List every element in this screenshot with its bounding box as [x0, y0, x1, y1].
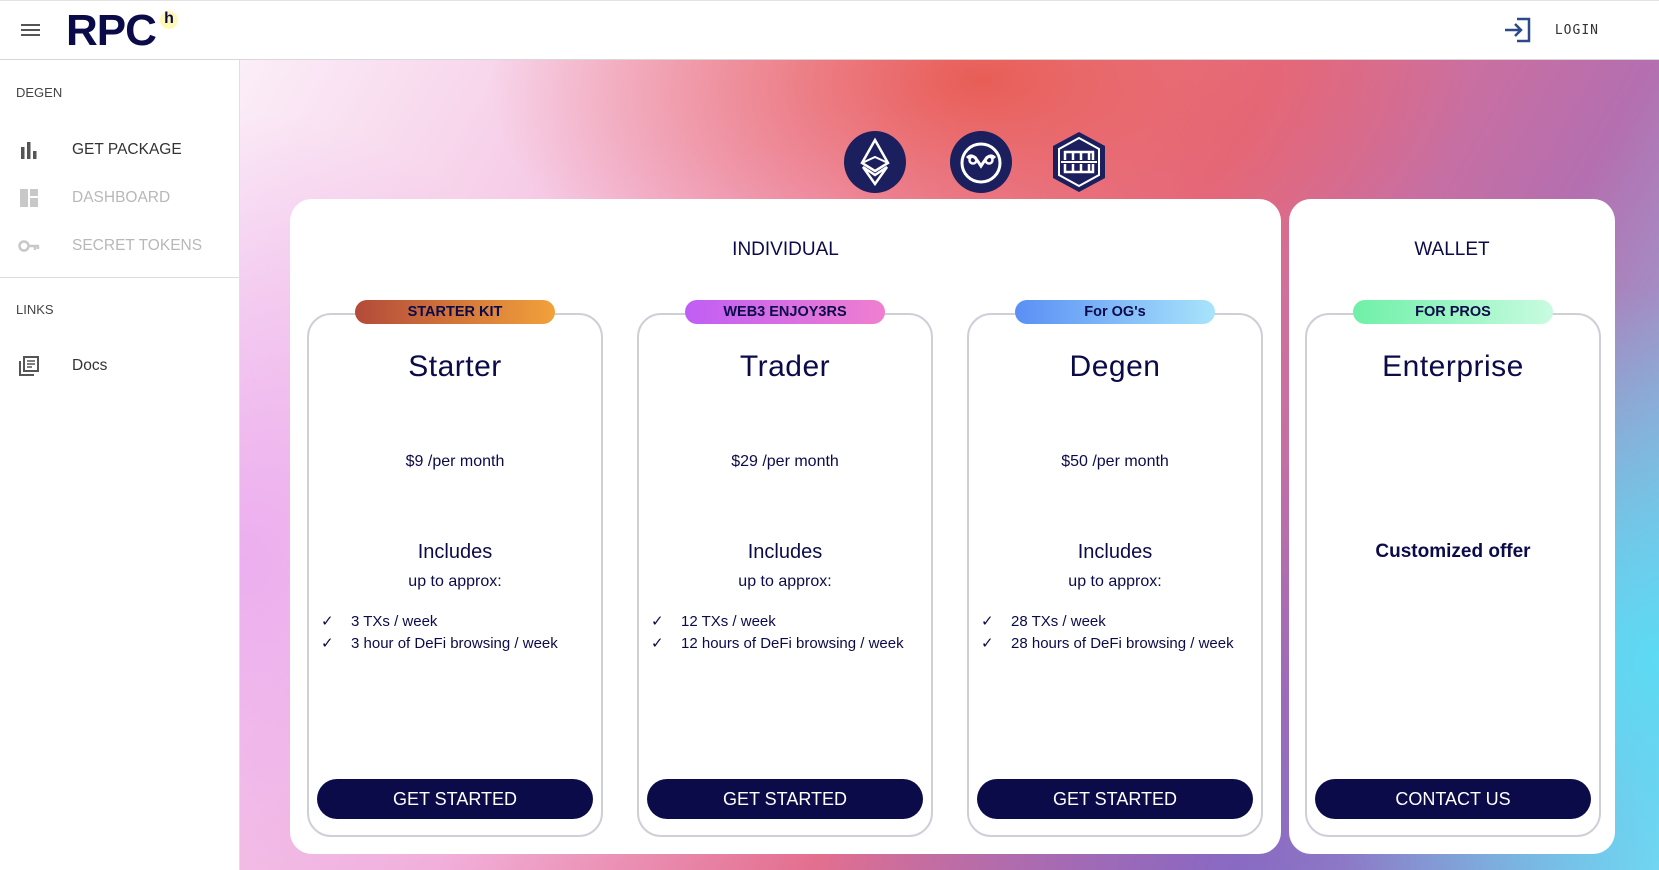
logo[interactable]: RPC h — [66, 6, 178, 55]
plan-title: Enterprise — [1382, 350, 1524, 383]
gnosis-icon[interactable] — [949, 130, 1013, 194]
plan-title: Starter — [408, 350, 502, 383]
feature-item: ✓ 3 TXs / week — [321, 610, 595, 632]
bar-chart-icon — [21, 142, 37, 159]
plan-features: ✓ 3 TXs / week ✓ 3 hour of DeFi browsing /… — [321, 610, 595, 654]
plan-price: $29 /per month — [731, 453, 839, 470]
feature-item: ✓ 28 TXs / week — [981, 610, 1255, 632]
contact-us-button[interactable]: CONTACT US — [1315, 779, 1591, 819]
feature-text: 12 hours of DeFi browsing / week — [681, 634, 904, 652]
key-icon — [18, 240, 40, 252]
plan-includes: Includes — [1077, 541, 1153, 563]
ethereum-icon[interactable] — [843, 130, 907, 194]
app-bar: RPC h LOGIN — [0, 0, 1659, 60]
individual-title: INDIVIDUAL — [732, 239, 839, 260]
check-icon: ✓ — [321, 635, 334, 652]
logo-text: RPC — [66, 6, 157, 55]
sidebar-item-docs[interactable]: Docs — [0, 344, 239, 388]
plan-card-starter: Starter $9 /per month Includes up to app… — [307, 313, 603, 837]
hoprnet-icon[interactable] — [1047, 130, 1111, 194]
feature-item: ✓ 12 TXs / week — [651, 610, 925, 632]
sidebar: DEGEN GET PACKAGE DASHBOARD SECRET TOKEN… — [0, 60, 240, 870]
sidebar-divider — [0, 277, 239, 278]
login-icon — [1504, 17, 1531, 43]
sidebar-section-links: LINKS — [16, 302, 54, 317]
plan-features: ✓ 12 TXs / week ✓ 12 hours of DeFi browsin… — [651, 610, 925, 654]
sidebar-item-secret-tokens[interactable]: SECRET TOKENS — [0, 224, 239, 268]
plan-card-enterprise: Enterprise Customized offer CONTACT US — [1305, 313, 1601, 837]
plan-price: $50 /per month — [1061, 453, 1169, 470]
plan-card-trader: Trader $29 /per month Includes up to app… — [637, 313, 933, 837]
plan-card-degen: Degen $50 /per month Includes up to appr… — [967, 313, 1263, 837]
plan-title: Degen — [1069, 350, 1161, 383]
check-icon: ✓ — [321, 613, 334, 630]
feature-text: 12 TXs / week — [681, 612, 776, 630]
feature-text: 3 TXs / week — [351, 612, 438, 630]
feature-text: 28 TXs / week — [1011, 612, 1106, 630]
dashboard-icon — [20, 189, 38, 207]
plan-title: Trader — [739, 350, 831, 383]
plan-offer: Customized offer — [1375, 541, 1531, 562]
sidebar-item-label: Docs — [72, 357, 108, 374]
feature-item: ✓ 3 hour of DeFi browsing / week — [321, 632, 595, 654]
check-icon: ✓ — [981, 635, 994, 652]
login-label: LOGIN — [1554, 22, 1599, 38]
get-started-button[interactable]: GET STARTED — [317, 779, 593, 819]
check-icon: ✓ — [651, 635, 664, 652]
plan-badge: For OG's — [1015, 300, 1215, 324]
plan-badge: FOR PROS — [1353, 300, 1553, 324]
sidebar-item-label: GET PACKAGE — [72, 141, 182, 158]
feature-item: ✓ 28 hours of DeFi browsing / week — [981, 632, 1255, 654]
plan-includes: Includes — [417, 541, 493, 563]
plan-badge: WEB3 ENJOY3RS — [685, 300, 885, 324]
login-button[interactable]: LOGIN — [1503, 17, 1599, 43]
sidebar-item-dashboard[interactable]: DASHBOARD — [0, 176, 239, 220]
sidebar-item-label: SECRET TOKENS — [72, 237, 203, 254]
plan-badge: STARTER KIT — [355, 300, 555, 324]
plan-includes: Includes — [747, 541, 823, 563]
get-started-button[interactable]: GET STARTED — [647, 779, 923, 819]
menu-icon[interactable] — [20, 21, 42, 41]
plan-includes-sub: up to approx: — [408, 573, 502, 590]
feature-text: 28 hours of DeFi browsing / week — [1011, 634, 1234, 652]
wallet-title: WALLET — [1414, 239, 1490, 260]
feature-text: 3 hour of DeFi browsing / week — [351, 634, 558, 652]
library-books-icon — [19, 356, 39, 376]
check-icon: ✓ — [981, 613, 994, 630]
sidebar-item-label: DASHBOARD — [72, 189, 171, 206]
logo-superscript: h — [160, 11, 178, 29]
plan-price: $9 /per month — [405, 453, 505, 470]
sidebar-section-degen: DEGEN — [16, 85, 63, 100]
check-icon: ✓ — [651, 613, 664, 630]
feature-item: ✓ 12 hours of DeFi browsing / week — [651, 632, 925, 654]
get-started-button[interactable]: GET STARTED — [977, 779, 1253, 819]
plan-includes-sub: up to approx: — [1068, 573, 1162, 590]
plan-includes-sub: up to approx: — [738, 573, 832, 590]
sidebar-item-get-package[interactable]: GET PACKAGE — [0, 128, 239, 172]
plan-features: ✓ 28 TXs / week ✓ 28 hours of DeFi browsin… — [981, 610, 1255, 654]
